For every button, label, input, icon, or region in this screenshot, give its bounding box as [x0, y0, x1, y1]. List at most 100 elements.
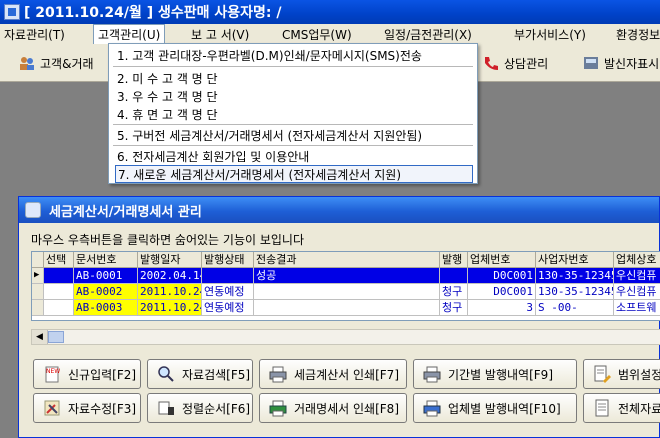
cell-company-no[interactable]: D0C001: [468, 284, 536, 300]
caller-id-toolbar-label: 발신자표시: [604, 56, 660, 71]
new-entry-button[interactable]: NEW 신규입력[F2]: [33, 359, 141, 389]
edit-button[interactable]: 자료수정[F3]: [33, 393, 141, 423]
cell-select[interactable]: [44, 300, 74, 316]
cell-date[interactable]: 2011.10.24: [138, 284, 202, 300]
scroll-left-arrow-icon[interactable]: ◀: [32, 330, 48, 344]
dropdown-item-excellent[interactable]: 3. 우 수 고 객 명 단: [115, 87, 473, 105]
consult-toolbar-button[interactable]: 상담관리: [482, 50, 548, 76]
print-tax-invoice-label: 세금계산서 인쇄[F7]: [294, 367, 399, 382]
col-header-biz-no[interactable]: 사업자번호: [536, 252, 614, 268]
cell-issue[interactable]: 청구: [440, 300, 468, 316]
all-data-label: 전체자료: [618, 401, 660, 416]
cell-date[interactable]: 2011.10.24: [138, 300, 202, 316]
col-header-select[interactable]: 선택: [44, 252, 74, 268]
print-tax-invoice-button[interactable]: 세금계산서 인쇄[F7]: [259, 359, 407, 389]
cell-company-name[interactable]: 우신컴퓨: [614, 284, 660, 300]
cell-status[interactable]: 연동예정: [202, 300, 254, 316]
cell-biz-no[interactable]: 130-35-12345: [536, 268, 614, 284]
col-header-doc-no[interactable]: 문서번호: [74, 252, 138, 268]
app-title: [ 2011.10.24/월 ] 생수판매 사용자명: /: [24, 5, 282, 21]
col-header-result[interactable]: 전송결과: [254, 252, 440, 268]
col-header-status[interactable]: 발행상태: [202, 252, 254, 268]
tools-icon: [44, 400, 60, 416]
range-setting-label: 범위설정: [618, 367, 660, 382]
cell-issue[interactable]: 청구: [440, 284, 468, 300]
consult-toolbar-label: 상담관리: [504, 56, 549, 71]
cell-biz-no[interactable]: S -00-: [536, 300, 614, 316]
app-title-bar: [ 2011.10.24/월 ] 생수판매 사용자명: /: [0, 0, 660, 24]
print-statement-button[interactable]: 거래명세서 인쇄[F8]: [259, 393, 407, 423]
scroll-thumb[interactable]: [48, 331, 64, 343]
horizontal-scrollbar[interactable]: ◀: [31, 329, 660, 345]
table-row[interactable]: AB-0003 2011.10.24 연동예정 청구 3 S -00- 소프트웨: [32, 300, 660, 316]
dropdown-item-old-invoice[interactable]: 5. 구버전 세금계산서/거래명세서 (전자세금계산서 지원안됨): [115, 126, 473, 144]
customer-management-dropdown: 1. 고객 관리대장-우편라벨(D.M)인쇄/문자메시지(SMS)전송 2. 미…: [108, 43, 478, 184]
table-row[interactable]: ▶ AB-0001 2002.04.14 성공 D0C001 130-35-12…: [32, 268, 660, 284]
grid-corner: [32, 252, 44, 268]
menu-reports[interactable]: 보 고 서(V): [187, 24, 253, 44]
window-title-bar: 세금계산서/거래명세서 관리: [19, 197, 659, 223]
sort-icon: [158, 401, 174, 415]
menu-data-management[interactable]: 자료관리(T): [0, 24, 69, 44]
cell-doc-no[interactable]: AB-0003: [74, 300, 138, 316]
dropdown-item-customer-ledger[interactable]: 1. 고객 관리대장-우편라벨(D.M)인쇄/문자메시지(SMS)전송: [115, 46, 473, 64]
caller-id-toolbar-button[interactable]: 발신자표시: [582, 50, 659, 76]
cell-issue[interactable]: [440, 268, 468, 284]
col-header-date[interactable]: 발행일자: [138, 252, 202, 268]
period-history-button[interactable]: 기간별 발행내역[F9]: [413, 359, 577, 389]
col-header-company-name[interactable]: 업체상호: [614, 252, 660, 268]
row-indicator: [32, 284, 44, 300]
menu-cms[interactable]: CMS업무(W): [278, 24, 356, 44]
period-history-label: 기간별 발행내역[F9]: [448, 367, 553, 382]
cell-company-name[interactable]: 우신컴퓨: [614, 268, 660, 284]
new-document-icon: NEW: [45, 366, 60, 383]
cell-select[interactable]: [44, 284, 74, 300]
col-header-company-no[interactable]: 업체번호: [468, 252, 536, 268]
search-button[interactable]: 자료검색[F5]: [147, 359, 253, 389]
row-indicator: ▶: [32, 268, 44, 284]
table-row[interactable]: AB-0002 2011.10.24 연동예정 청구 D0C001 130-35…: [32, 284, 660, 300]
print-statement-label: 거래명세서 인쇄[F8]: [294, 401, 399, 416]
customer-toolbar-label: 고객&거래: [40, 56, 94, 71]
cell-result[interactable]: [254, 284, 440, 300]
company-history-button[interactable]: 업체별 발행내역[F10]: [413, 393, 577, 423]
svg-text:NEW: NEW: [46, 368, 60, 375]
menu-bar: 자료관리(T) 고객관리(U) 보 고 서(V) CMS업무(W) 일정/금전관…: [0, 24, 660, 44]
menu-schedule-finance[interactable]: 일정/금전관리(X): [380, 24, 476, 44]
cell-company-no[interactable]: D0C001: [468, 268, 536, 284]
dropdown-item-dormant[interactable]: 4. 휴 면 고 객 명 단: [115, 105, 473, 123]
cell-biz-no[interactable]: 130-35-12345: [536, 284, 614, 300]
printer-icon: [423, 366, 441, 383]
menu-customer-management[interactable]: 고객관리(U): [93, 24, 166, 44]
menu-environment[interactable]: 환경정보: [612, 24, 660, 44]
cell-status[interactable]: 연동예정: [202, 284, 254, 300]
sort-order-button[interactable]: 정렬순서[F6]: [147, 393, 253, 423]
printer-icon: [423, 400, 441, 417]
customer-icon: [20, 57, 34, 70]
all-data-button[interactable]: 전체자료: [583, 393, 660, 423]
cell-select[interactable]: [44, 268, 74, 284]
range-setting-button[interactable]: 범위설정: [583, 359, 660, 389]
invoice-grid[interactable]: 선택 문서번호 발행일자 발행상태 전송결과 발행 업체번호 사업자번호 업체상…: [31, 251, 660, 321]
row-indicator: [32, 300, 44, 316]
col-header-issue[interactable]: 발행: [440, 252, 468, 268]
dropdown-item-e-invoice-signup[interactable]: 6. 전자세금계산 회원가입 및 이용안내: [115, 147, 473, 165]
cell-result[interactable]: [254, 300, 440, 316]
dropdown-item-unpaid[interactable]: 2. 미 수 고 객 명 단: [115, 69, 473, 87]
cell-doc-no[interactable]: AB-0002: [74, 284, 138, 300]
search-label: 자료검색[F5]: [182, 367, 251, 382]
cell-date[interactable]: 2002.04.14: [138, 268, 202, 284]
cell-doc-no[interactable]: AB-0001: [74, 268, 138, 284]
dropdown-separator: [113, 124, 473, 125]
cell-company-no[interactable]: 3: [468, 300, 536, 316]
cell-result[interactable]: 성공: [254, 268, 440, 284]
dropdown-item-new-invoice[interactable]: 7. 새로운 세금계산서/거래명세서 (전자세금계산서 지원): [115, 165, 473, 183]
menu-extra-services[interactable]: 부가서비스(Y): [510, 24, 590, 44]
dropdown-separator: [113, 66, 473, 67]
printer-icon: [269, 400, 287, 417]
document-edit-icon: [594, 365, 611, 383]
customer-toolbar-button[interactable]: 고객&거래: [18, 50, 94, 76]
cell-status[interactable]: [202, 268, 254, 284]
cell-company-name[interactable]: 소프트웨: [614, 300, 660, 316]
new-entry-label: 신규입력[F2]: [68, 367, 137, 382]
